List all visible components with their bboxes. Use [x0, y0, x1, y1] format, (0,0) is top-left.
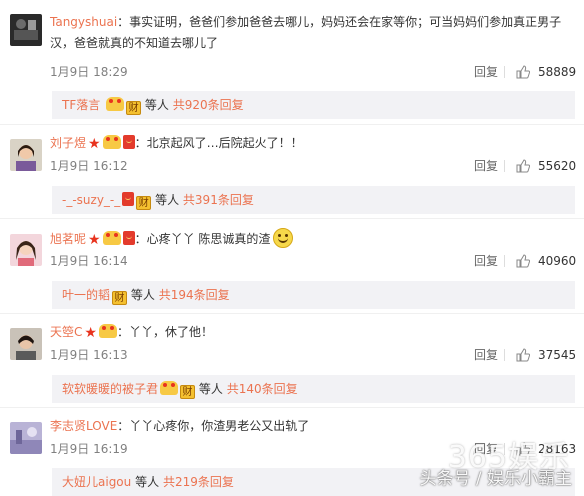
divider	[0, 124, 584, 125]
sub-reply-user[interactable]: -_-suzy_-_	[62, 193, 120, 207]
sub-reply-count[interactable]: 共391条回复	[183, 193, 254, 207]
sub-replies[interactable]: TF落言 财 等人 共920条回复	[52, 91, 575, 119]
sub-reply-etc: 等人	[130, 288, 155, 302]
comment-text: ：丫丫心疼你，你渣男老公又出轨了	[117, 419, 310, 433]
sub-reply-etc: 等人	[198, 382, 223, 396]
reply-button[interactable]: 回复	[474, 63, 498, 81]
comment-time: 1月9日 16:13	[50, 348, 128, 362]
sub-reply-count[interactable]: 共140条回复	[227, 382, 298, 396]
sub-replies[interactable]: 软软暖暖的被子君 财 等人 共140条回复	[52, 375, 575, 403]
avatar[interactable]	[10, 328, 42, 360]
comment-time: 1月9日 16:12	[50, 159, 128, 173]
comment-text: ：丫丫，休了他！	[116, 325, 213, 339]
avatar-image	[10, 422, 42, 454]
comment-text: ：北京起风了…后院起火了！！	[134, 136, 303, 150]
smile-emoji-icon	[273, 228, 294, 248]
red-star-icon: ★	[88, 232, 101, 248]
comment-meta: 1月9日 16:14 回复 40960	[50, 252, 577, 270]
comment-text-line: 刘子煜 ★ ：北京起风了…后院起火了！！	[50, 133, 575, 155]
reply-button[interactable]: 回复	[474, 346, 498, 364]
avatar-image	[10, 234, 42, 266]
comment-text-line: 天箜C ★ ：丫丫，休了他！	[50, 322, 575, 344]
avatar[interactable]	[10, 422, 42, 454]
comment-text-line: Tangyshuai：事实证明，爸爸们参加爸爸去哪儿，妈妈还会在家等你；可当妈妈…	[50, 12, 575, 54]
comment-meta: 1月9日 16:12 回复 55620	[50, 157, 577, 175]
fans-badge-icon	[160, 381, 179, 395]
wealth-badge-icon: 财	[180, 385, 196, 399]
divider	[0, 313, 584, 314]
fans-badge-icon	[106, 97, 125, 111]
red-envelope-icon	[122, 135, 135, 149]
sub-reply-user[interactable]: 软软暖暖的被子君	[62, 382, 158, 396]
sub-reply-user[interactable]: 叶一的韬	[62, 288, 110, 302]
sub-reply-user[interactable]: 大妞儿aigou	[62, 475, 131, 489]
comment-time: 1月9日 16:19	[50, 442, 128, 456]
sub-reply-etc: 等人	[135, 475, 160, 489]
sub-replies[interactable]: 叶一的韬财 等人 共194条回复	[52, 281, 575, 309]
comment-time: 1月9日 16:14	[50, 254, 128, 268]
watermark-source: 头条号 / 娱乐小霸主	[419, 469, 572, 489]
thumb-up-icon	[516, 348, 530, 362]
avatar[interactable]	[10, 139, 42, 171]
avatar-image	[10, 14, 42, 46]
comment-text: ：心疼丫丫 陈思诚真的渣	[134, 232, 271, 246]
sub-reply-count[interactable]: 共219条回复	[163, 475, 234, 489]
thumb-up-icon	[516, 159, 530, 173]
comment-username[interactable]: Tangyshuai	[50, 15, 117, 29]
divider	[504, 160, 505, 172]
fans-badge-icon	[98, 324, 117, 338]
comment-username[interactable]: 刘子煜	[50, 136, 86, 150]
red-star-icon: ★	[84, 325, 97, 341]
like-count: 58889	[538, 65, 577, 79]
reply-button[interactable]: 回复	[474, 252, 498, 270]
wealth-badge-icon: 财	[112, 291, 128, 305]
thumb-up-icon	[516, 65, 530, 79]
comment-meta: 1月9日 18:29 回复 58889	[50, 63, 577, 81]
sub-reply-count[interactable]: 共920条回复	[173, 98, 244, 112]
comment-username[interactable]: 旭茗呢	[50, 232, 86, 246]
fans-badge-icon	[102, 135, 121, 149]
avatar[interactable]	[10, 14, 42, 46]
sub-reply-user[interactable]: TF落言	[62, 98, 100, 112]
avatar-image	[10, 139, 42, 171]
sub-reply-etc: 等人	[144, 98, 169, 112]
comment-username[interactable]: 李志贤LOVE	[50, 419, 117, 433]
red-star-icon: ★	[88, 136, 101, 152]
wealth-badge-icon: 财	[126, 101, 142, 115]
divider	[504, 349, 505, 361]
comment-list: Tangyshuai：事实证明，爸爸们参加爸爸去哪儿，妈妈还会在家等你；可当妈妈…	[0, 0, 584, 496]
sub-reply-etc: 等人	[155, 193, 180, 207]
sub-replies[interactable]: -_-suzy_-_ 财 等人 共391条回复	[52, 186, 575, 214]
red-envelope-icon	[122, 192, 135, 206]
like-count: 37545	[538, 348, 577, 362]
comment-text-line: 旭茗呢 ★ ：心疼丫丫 陈思诚真的渣	[50, 228, 575, 251]
like-count: 40960	[538, 254, 577, 268]
comment-meta: 1月9日 16:13 回复 37545	[50, 346, 577, 364]
divider	[0, 218, 584, 219]
like-count: 55620	[538, 159, 577, 173]
divider	[0, 407, 584, 408]
reply-button[interactable]: 回复	[474, 157, 498, 175]
sub-reply-count[interactable]: 共194条回复	[159, 288, 230, 302]
fans-badge-icon	[102, 231, 121, 245]
thumb-up-icon	[516, 254, 530, 268]
comment-username[interactable]: 天箜C	[50, 325, 82, 339]
avatar[interactable]	[10, 234, 42, 266]
divider	[504, 255, 505, 267]
red-envelope-icon	[122, 231, 135, 245]
comment-text: ：事实证明，爸爸们参加爸爸去哪儿，妈妈还会在家等你；可当妈妈们参加真正男子汉，爸…	[50, 15, 562, 50]
divider	[504, 66, 505, 78]
wealth-badge-icon: 财	[136, 196, 152, 210]
avatar-image	[10, 328, 42, 360]
comment-time: 1月9日 18:29	[50, 65, 128, 79]
